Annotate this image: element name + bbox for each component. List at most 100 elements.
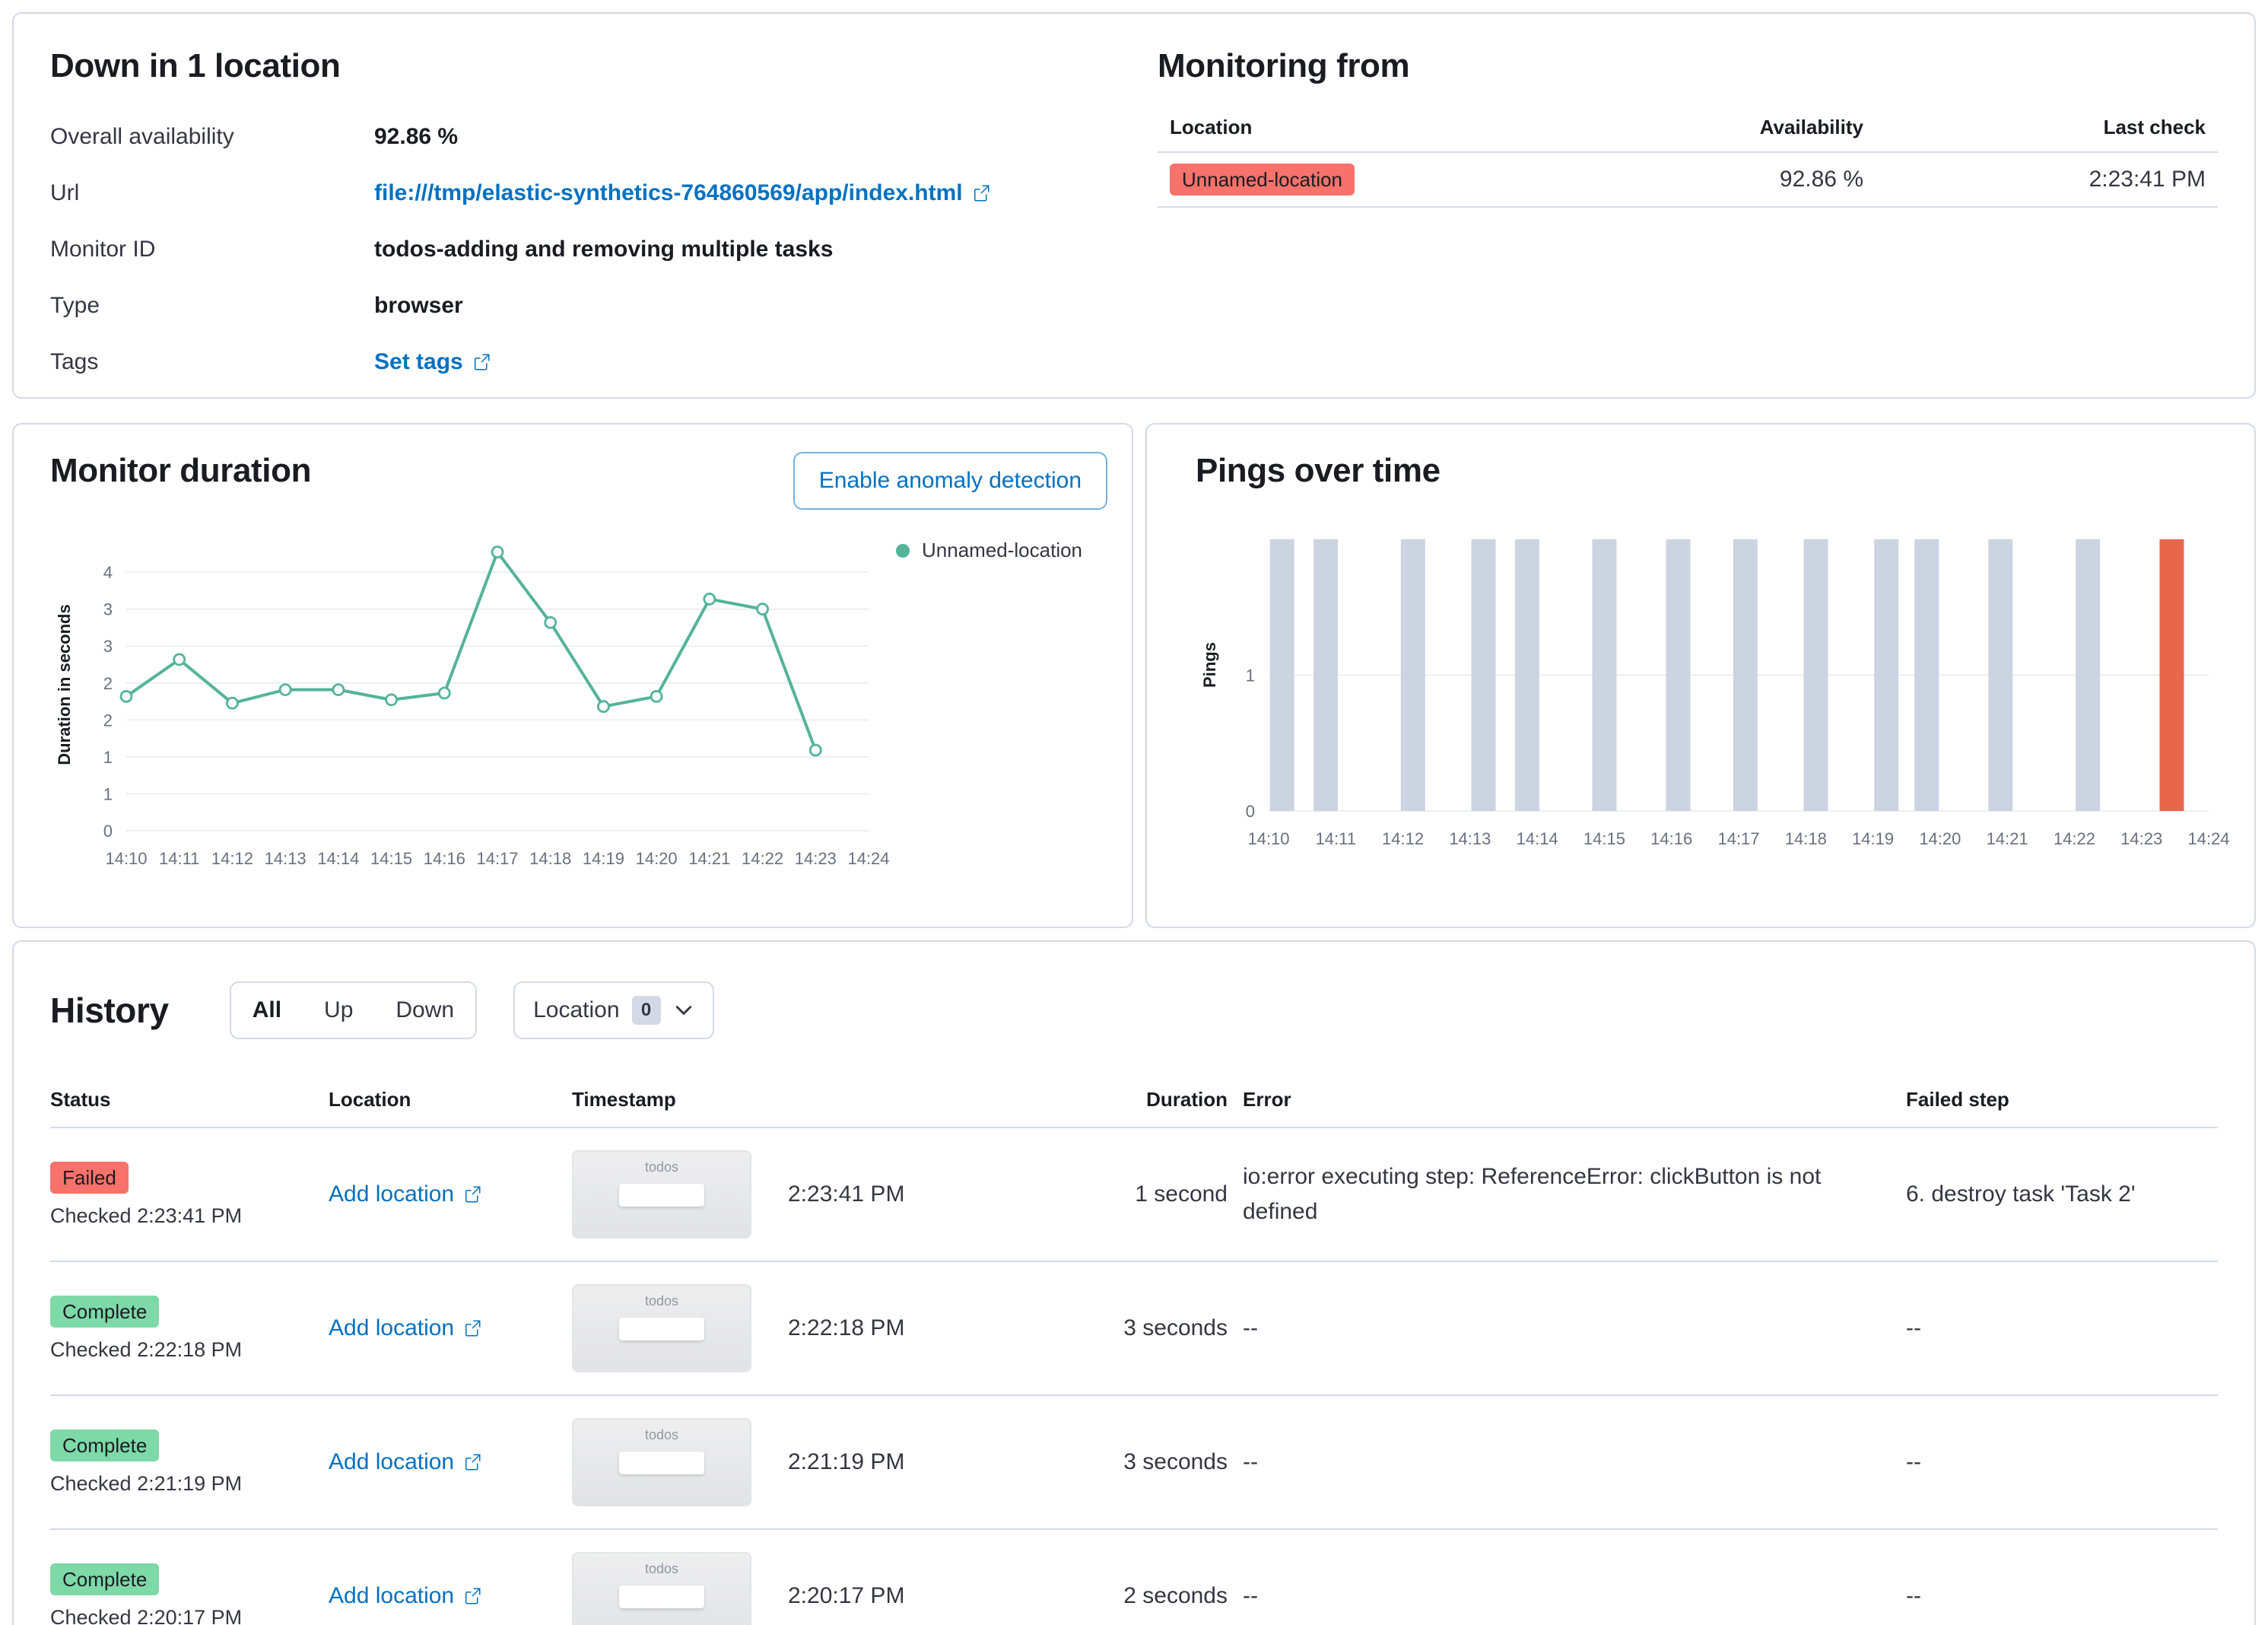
ping-bar-up — [1269, 539, 1294, 811]
x-tick-label: 14:23 — [795, 849, 837, 868]
chevron-down-icon — [675, 1006, 691, 1016]
failed-step-value: 6. destroy task 'Task 2' — [1906, 1181, 2136, 1207]
y-tick-label: 4 — [103, 563, 113, 582]
y-axis-title: Duration in seconds — [55, 604, 74, 765]
chart-legend-item[interactable]: Unnamed-location — [896, 539, 1098, 562]
ping-bar-up — [1514, 539, 1539, 811]
location-status-badge: Unnamed-location — [1170, 164, 1355, 196]
status-badge: Complete — [50, 1295, 160, 1328]
status-overview-panel: Down in 1 location Overall availability … — [12, 12, 2256, 399]
ping-bar-up — [1803, 539, 1828, 811]
step-thumbnail[interactable]: todos — [572, 1150, 751, 1239]
x-tick-label: 14:16 — [424, 849, 465, 868]
monitoring-from-title: Monitoring from — [1158, 47, 1410, 84]
legend-label: Unnamed-location — [922, 539, 1083, 561]
enable-anomaly-detection-button[interactable]: Enable anomaly detection — [793, 452, 1107, 510]
duration-point — [544, 615, 557, 629]
history-status-cell: Complete Checked 2:20:17 PM — [50, 1563, 329, 1625]
monitor-id-value: todos-adding and removing multiple tasks — [374, 237, 834, 262]
x-tick-label: 14:19 — [1852, 829, 1894, 848]
ping-bar-up — [1914, 539, 1939, 811]
add-location-link[interactable]: Add location — [329, 1583, 481, 1609]
step-thumbnail[interactable]: todos — [572, 1418, 751, 1506]
thumbnail-content — [619, 1452, 704, 1474]
add-location-link[interactable]: Add location — [329, 1449, 481, 1475]
add-location-link[interactable]: Add location — [329, 1315, 481, 1341]
field-overall-availability: Overall availability 92.86 % — [50, 122, 1158, 152]
status-summary: Down in 1 location Overall availability … — [50, 47, 1158, 374]
filter-down-button[interactable]: Down — [374, 983, 476, 1038]
failed-step-value: -- — [1906, 1583, 1921, 1608]
ping-bar-up — [1400, 539, 1425, 811]
availability-value: 92.86 % — [1779, 167, 1863, 192]
ping-bar-up — [1874, 539, 1899, 811]
x-tick-label: 14:15 — [1583, 829, 1625, 848]
checked-time: Checked 2:20:17 PM — [50, 1605, 243, 1625]
external-link-icon — [474, 354, 490, 370]
x-tick-label: 14:11 — [1316, 829, 1356, 848]
monitor-duration-title: Monitor duration — [50, 452, 312, 489]
y-axis-title: Pings — [1200, 642, 1219, 688]
external-link-icon — [974, 185, 989, 202]
x-tick-label: 14:18 — [1785, 829, 1827, 848]
location-filter-dropdown[interactable]: Location 0 — [513, 981, 714, 1039]
history-row: Complete Checked 2:20:17 PM Add location… — [50, 1530, 2218, 1625]
x-tick-label: 14:24 — [2187, 829, 2229, 848]
external-link-icon — [465, 1186, 481, 1203]
y-tick-label: 0 — [103, 822, 113, 841]
ping-bar-down — [2159, 539, 2184, 811]
duration-value: 2 seconds — [1123, 1583, 1228, 1608]
ping-bar-up — [1592, 539, 1617, 811]
add-location-link[interactable]: Add location — [329, 1181, 481, 1207]
field-url: Url file:///tmp/elastic-synthetics-76486… — [50, 178, 1158, 208]
x-tick-label: 14:12 — [211, 849, 253, 868]
step-thumbnail[interactable]: todos — [572, 1284, 751, 1372]
x-tick-label: 14:18 — [529, 849, 571, 868]
x-tick-label: 14:12 — [1382, 829, 1424, 848]
ping-bar-up — [1988, 539, 2013, 811]
x-tick-label: 14:10 — [1247, 829, 1289, 848]
error-value: -- — [1243, 1582, 1258, 1608]
external-link-icon — [465, 1588, 481, 1604]
history-timestamp-cell: todos 2:20:17 PM — [572, 1552, 1103, 1625]
x-tick-label: 14:13 — [265, 849, 307, 868]
history-status-cell: Complete Checked 2:22:18 PM — [50, 1295, 329, 1362]
duration-value: 1 second — [1135, 1181, 1228, 1207]
duration-point — [808, 743, 822, 757]
filter-up-button[interactable]: Up — [303, 983, 375, 1038]
field-tags: Tags Set tags — [50, 347, 1158, 377]
monitor-type-value: browser — [374, 293, 463, 318]
last-check-value: 2:23:41 PM — [2089, 167, 2206, 192]
history-location-cell: Add location — [329, 1315, 572, 1341]
duration-value: 3 seconds — [1123, 1315, 1228, 1340]
x-tick-label: 14:20 — [636, 849, 678, 868]
y-tick-label: 3 — [103, 600, 113, 619]
set-tags-link[interactable]: Set tags — [374, 347, 491, 377]
history-timestamp-cell: todos 2:22:18 PM — [572, 1284, 1103, 1372]
duration-point — [173, 653, 186, 666]
timestamp-value: 2:22:18 PM — [788, 1315, 905, 1340]
duration-point — [332, 683, 345, 697]
monitoring-from-section: Monitoring from Location Availability La… — [1158, 47, 2218, 364]
monitor-url-link[interactable]: file:///tmp/elastic-synthetics-764860569… — [374, 178, 990, 208]
history-status-cell: Failed Checked 2:23:41 PM — [50, 1161, 329, 1228]
y-tick-label: 3 — [103, 637, 113, 656]
checked-time: Checked 2:22:18 PM — [50, 1337, 243, 1361]
history-location-cell: Add location — [329, 1583, 572, 1609]
overall-availability-value: 92.86 % — [374, 124, 459, 149]
pings-over-time-title: Pings over time — [1196, 452, 1441, 489]
monitor-duration-chart: 0 1 1 2 2 3 3 4 14:10 14:11 14:12 14:13 14:14 14:15 14… — [55, 545, 890, 868]
y-tick-label: 2 — [103, 674, 113, 693]
timestamp-value: 2:23:41 PM — [788, 1181, 905, 1207]
duration-point — [226, 696, 239, 710]
ping-bar-up — [2076, 539, 2101, 811]
checked-time: Checked 2:21:19 PM — [50, 1471, 243, 1495]
x-tick-label: 14:21 — [1987, 829, 2028, 848]
history-row: Complete Checked 2:21:19 PM Add location… — [50, 1396, 2218, 1530]
step-thumbnail[interactable]: todos — [572, 1552, 751, 1625]
filter-all-button[interactable]: All — [230, 983, 303, 1038]
history-title: History — [50, 991, 169, 1030]
x-tick-label: 14:20 — [1919, 829, 1961, 848]
x-tick-label: 14:16 — [1650, 829, 1692, 848]
x-tick-label: 14:14 — [1517, 829, 1558, 848]
